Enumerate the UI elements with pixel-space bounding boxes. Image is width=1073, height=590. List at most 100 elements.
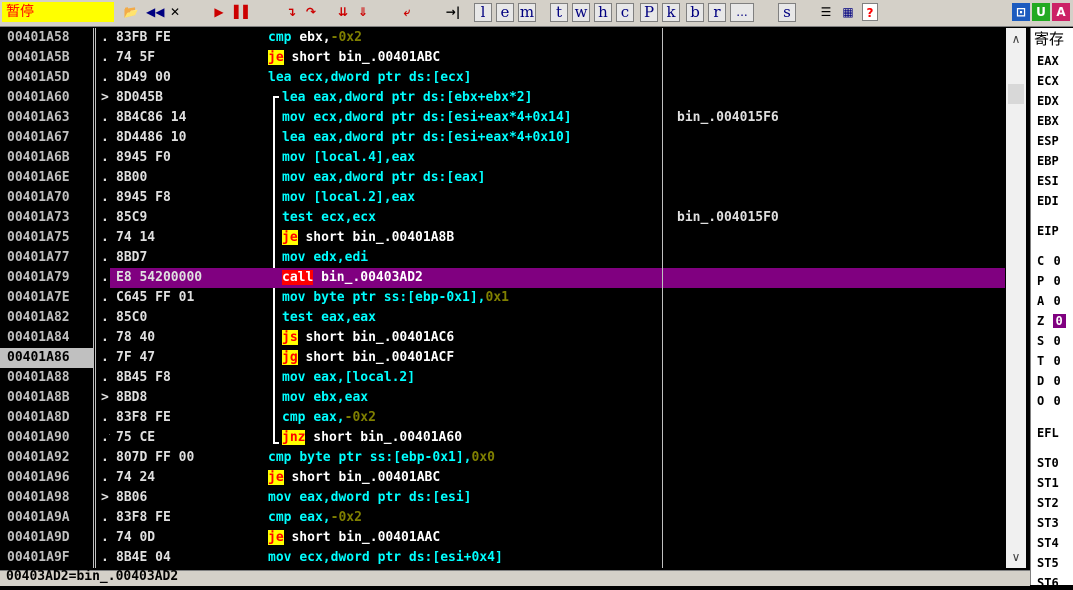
flag-s[interactable]: S 0 [1037, 334, 1062, 348]
register-st4[interactable]: ST4 [1037, 536, 1059, 550]
register-eip[interactable]: EIP [1037, 224, 1059, 238]
toolbar-button-e[interactable]: e [496, 3, 514, 22]
flag-p[interactable]: P 0 [1037, 274, 1062, 288]
execute-till-return-icon[interactable]: ⤶ [398, 3, 416, 21]
toolbar-button-w[interactable]: w [572, 3, 590, 22]
register-ecx[interactable]: ECX [1037, 74, 1059, 88]
instruction-cell[interactable]: jnz short bin_.00401A60 [278, 428, 462, 448]
hex-bytes-cell[interactable]: 8B00 [110, 168, 147, 188]
instruction-cell[interactable]: lea ecx,dword ptr ds:[ecx] [264, 68, 472, 88]
address-cell[interactable]: 00401A70 [0, 188, 93, 208]
register-st3[interactable]: ST3 [1037, 516, 1059, 530]
address-cell[interactable]: 00401A86 [0, 348, 93, 368]
flag-c[interactable]: C 0 [1037, 254, 1062, 268]
address-cell[interactable]: 00401A8D [0, 408, 93, 428]
address-cell[interactable]: 00401A96 [0, 468, 93, 488]
register-esi[interactable]: ESI [1037, 174, 1059, 188]
instruction-cell[interactable]: cmp byte ptr ss:[ebp-0x1],0x0 [264, 448, 495, 468]
address-cell[interactable]: 00401A9A [0, 508, 93, 528]
step-over-icon[interactable]: ↷ [302, 3, 320, 21]
instruction-cell[interactable]: mov eax,dword ptr ds:[eax] [278, 168, 486, 188]
comment-cell[interactable]: bin_.004015F6 [663, 108, 779, 128]
address-cell[interactable]: 00401A98 [0, 488, 93, 508]
register-st6[interactable]: ST6 [1037, 576, 1059, 590]
instruction-cell[interactable]: mov eax,[local.2] [278, 368, 415, 388]
disassembly-column[interactable]: cmp ebx,-0x2 je short bin_.00401ABC lea ec… [264, 28, 662, 568]
hex-bytes-cell[interactable]: 807D FF 00 [110, 448, 194, 468]
hex-bytes-cell[interactable]: 8D49 00 [110, 68, 171, 88]
instruction-cell[interactable]: call bin_.00403AD2 [278, 268, 423, 288]
hex-bytes-cell[interactable]: 74 14 [110, 228, 155, 248]
toolbar-button-c[interactable]: c [616, 3, 634, 22]
open-icon[interactable]: 📂 [122, 3, 140, 21]
flag-t[interactable]: T 0 [1037, 354, 1062, 368]
toolbar-button-p[interactable]: P [640, 3, 658, 22]
run-icon[interactable]: ▶ [210, 3, 228, 21]
address-cell[interactable]: 00401A5B [0, 48, 93, 68]
hex-bytes-cell[interactable]: 83F8 FE [110, 508, 171, 528]
register-ebp[interactable]: EBP [1037, 154, 1059, 168]
address-cell[interactable]: 00401A63 [0, 108, 93, 128]
register-efl[interactable]: EFL [1037, 426, 1059, 440]
hex-bytes-cell[interactable]: 83FB FE [110, 28, 171, 48]
instruction-cell[interactable]: js short bin_.00401AC6 [278, 328, 454, 348]
instruction-cell[interactable]: test eax,eax [278, 308, 376, 328]
trace-over-icon[interactable]: ⇓ [354, 3, 372, 21]
toolbar-button-s[interactable]: s [778, 3, 796, 22]
instruction-cell[interactable]: mov byte ptr ss:[ebp-0x1],0x1 [278, 288, 509, 308]
address-cell[interactable]: 00401A7E [0, 288, 93, 308]
address-cell[interactable]: 00401A60 [0, 88, 93, 108]
hex-bytes-cell[interactable]: 78 40 [110, 328, 155, 348]
address-cell[interactable]: 00401A5D [0, 68, 93, 88]
comment-cell[interactable]: bin_.004015F0 [663, 208, 779, 228]
address-cell[interactable]: 00401A84 [0, 328, 93, 348]
hex-bytes-cell[interactable]: C645 FF 01 [110, 288, 194, 308]
address-cell[interactable]: 00401A8B [0, 388, 93, 408]
instruction-cell[interactable]: mov [local.4],eax [278, 148, 415, 168]
hex-bytes-cell[interactable]: 85C9 [110, 208, 147, 228]
flag-z[interactable]: Z 0 [1037, 314, 1066, 328]
instruction-cell[interactable]: cmp ebx,-0x2 [264, 28, 362, 48]
address-cell[interactable]: 00401A75 [0, 228, 93, 248]
address-column[interactable]: 00401A58 00401A5B 00401A5D 00401A60 00401A63… [0, 28, 93, 568]
hex-bytes-cell[interactable]: 8945 F8 [110, 188, 171, 208]
address-cell[interactable]: 00401A90 [0, 428, 93, 448]
hex-bytes-cell[interactable]: 7F 47 [110, 348, 155, 368]
registers-panel[interactable]: 寄存 EAX ECX EDX EBX ESP EBP ESI EDI EIP C 0P 0A 0Z… [1030, 28, 1073, 590]
instruction-cell[interactable]: mov ecx,dword ptr ds:[esi+eax*4+0x14] [278, 108, 572, 128]
plugin-icon[interactable]: U [1032, 3, 1050, 21]
scroll-thumb[interactable] [1008, 84, 1024, 104]
register-st0[interactable]: ST0 [1037, 456, 1059, 470]
instruction-cell[interactable]: cmp eax,-0x2 [264, 508, 362, 528]
rewind-icon[interactable]: ◀◀ [146, 3, 164, 21]
toolbar-button-k[interactable]: k [662, 3, 680, 22]
hex-bytes-cell[interactable]: 8D045B [110, 88, 163, 108]
hex-bytes-cell[interactable]: 85C0 [110, 308, 147, 328]
address-cell[interactable]: 00401A73 [0, 208, 93, 228]
close-icon[interactable]: ✕ [166, 3, 184, 21]
register-edx[interactable]: EDX [1037, 94, 1059, 108]
vertical-scrollbar[interactable]: ∧ ∨ [1006, 28, 1026, 568]
address-cell[interactable]: 00401A9D [0, 528, 93, 548]
grid-icon[interactable]: ▦ [838, 3, 858, 21]
instruction-cell[interactable]: mov ebx,eax [278, 388, 368, 408]
scroll-up-icon[interactable]: ∧ [1006, 30, 1026, 48]
comment-column[interactable]: bin_.004015F6 bin_.004015F0 [663, 28, 1005, 568]
hex-bytes-cell[interactable]: 74 24 [110, 468, 155, 488]
hex-bytes-cell[interactable]: 8BD7 [110, 248, 147, 268]
register-st5[interactable]: ST5 [1037, 556, 1059, 570]
address-cell[interactable]: 00401A6E [0, 168, 93, 188]
app-icon[interactable]: A [1052, 3, 1070, 21]
hex-bytes-cell[interactable]: 74 0D [110, 528, 155, 548]
address-cell[interactable]: 00401A58 [0, 28, 93, 48]
instruction-cell[interactable]: cmp eax,-0x2 [278, 408, 376, 428]
hex-bytes-cell[interactable]: 8BD8 [110, 388, 147, 408]
trace-into-icon[interactable]: ⇊ [334, 3, 352, 21]
instruction-cell[interactable]: je short bin_.00401A8B [278, 228, 454, 248]
address-cell[interactable]: 00401A79 [0, 268, 93, 288]
address-cell[interactable]: 00401A9F [0, 548, 93, 568]
flag-a[interactable]: A 0 [1037, 294, 1062, 308]
step-into-icon[interactable]: ↴ [282, 3, 300, 21]
hex-bytes-cell[interactable]: 75 CE [110, 428, 155, 448]
hex-bytes-column[interactable]: 83FB FE 74 5F 8D49 00 8D045B 8B4C86 14 8D4486… [110, 28, 264, 568]
